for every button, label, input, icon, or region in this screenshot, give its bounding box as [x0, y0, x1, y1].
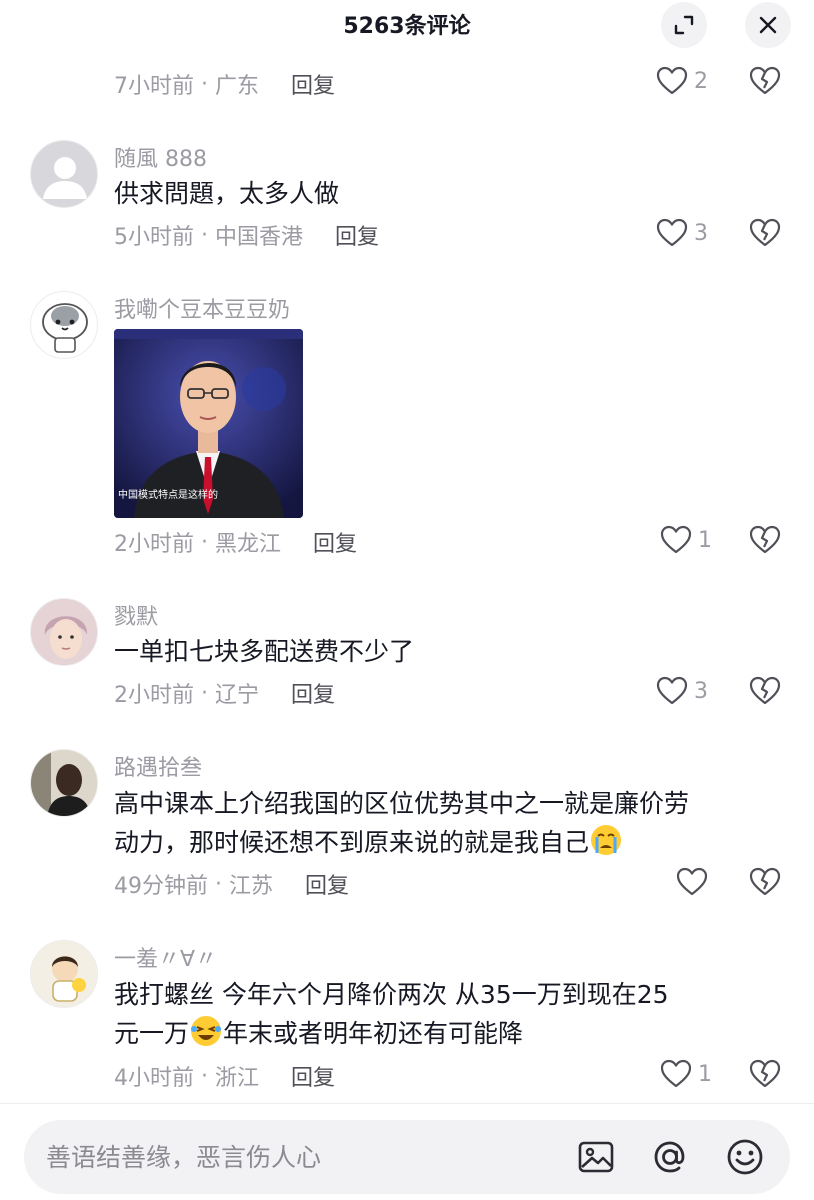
at-icon[interactable] — [650, 1137, 690, 1177]
person-avatar-icon — [31, 599, 97, 665]
reply-button[interactable]: 回复 — [335, 219, 379, 251]
comment-text: 供求問題，太多人做 — [114, 179, 340, 208]
dislike-button[interactable] — [749, 218, 781, 252]
comment-text: 高中课本上介绍我国的区位优势其中之一就是廉价劳 动力，那时候还想不到原来说的就是… — [114, 785, 784, 862]
image-icon[interactable] — [576, 1137, 616, 1177]
avatar[interactable] — [30, 749, 98, 817]
comment-meta: 7小时前 · 广东 回复 — [114, 68, 335, 100]
smiley-icon[interactable] — [725, 1137, 765, 1177]
comment-time: 4小时前 — [114, 1066, 194, 1091]
comment-author[interactable]: 一羞〃∀〃 — [114, 941, 217, 973]
image-caption: 中国模式特点是这样的 — [118, 490, 218, 501]
laughing-emoji — [191, 1016, 222, 1046]
avatar[interactable] — [30, 291, 98, 359]
comments-header: 5263条评论 — [0, 0, 814, 50]
comment-author[interactable]: 戮默 — [114, 599, 158, 631]
heart-icon — [660, 525, 692, 554]
comment-location: 辽宁 — [214, 683, 259, 708]
divider — [0, 1103, 814, 1104]
comment-location: 黑龙江 — [214, 532, 281, 557]
comment-text: 一单扣七块多配送费不少了 — [114, 637, 415, 666]
like-button[interactable] — [676, 867, 714, 897]
heart-icon — [656, 218, 688, 247]
comment-image[interactable]: 中国模式特点是这样的 — [114, 329, 303, 518]
broken-heart-icon — [749, 867, 781, 896]
crying-emoji — [591, 825, 622, 855]
avatar[interactable] — [30, 140, 98, 208]
dislike-button[interactable] — [749, 867, 781, 901]
comment-text-line: 元一万 年末或者明年初还有可能降 — [114, 1014, 784, 1053]
close-icon — [759, 16, 777, 34]
like-count: 2 — [694, 68, 708, 94]
heart-icon — [676, 867, 708, 896]
person-avatar-icon — [31, 750, 97, 816]
broken-heart-icon — [749, 66, 781, 95]
like-button[interactable]: 1 — [660, 525, 712, 555]
hamster-avatar-icon — [42, 303, 88, 353]
heart-icon — [660, 1059, 692, 1088]
broken-heart-icon — [749, 525, 781, 554]
comment-author[interactable]: 随風 888 — [114, 141, 207, 173]
comment-location: 浙江 — [214, 1066, 259, 1091]
comment-input-bar — [24, 1120, 790, 1194]
avatar[interactable] — [30, 940, 98, 1008]
like-button[interactable]: 1 — [660, 1059, 712, 1089]
comment-author[interactable]: 我嘞个豆本豆豆奶 — [114, 292, 290, 324]
reply-button[interactable]: 回复 — [291, 677, 335, 709]
comment-location: 中国香港 — [214, 225, 303, 250]
broken-heart-icon — [749, 676, 781, 705]
dislike-button[interactable] — [749, 525, 781, 559]
comments-panel: 5263条评论 7小时前 · 广东 回复 2 随風 888 供求問題，太多人做 … — [0, 0, 814, 1200]
comment-time: 5小时前 — [114, 225, 194, 250]
comment-author[interactable]: 路遇拾叁 — [114, 750, 202, 782]
comment-time: 2小时前 — [114, 532, 194, 557]
dislike-button[interactable] — [749, 66, 781, 100]
expand-icon — [674, 15, 694, 35]
broken-heart-icon — [749, 1059, 781, 1088]
default-avatar-icon — [43, 157, 87, 199]
close-button[interactable] — [745, 2, 791, 48]
comment-text: 我打螺丝 今年六个月降价两次 从35一万到现在25 元一万 年末或者明年初还有可能… — [114, 976, 784, 1053]
comment-time: 49分钟前 — [114, 874, 208, 899]
comment-time: 2小时前 — [114, 683, 194, 708]
comment-meta: 2小时前 · 黑龙江 回复 — [114, 526, 357, 558]
like-count: 1 — [698, 1061, 712, 1087]
comment-text-line: 我打螺丝 今年六个月降价两次 从35一万到现在25 — [114, 980, 669, 1009]
reply-button[interactable]: 回复 — [291, 68, 335, 100]
heart-icon — [656, 676, 688, 705]
like-count: 3 — [694, 220, 708, 246]
like-count: 1 — [698, 527, 712, 553]
like-button[interactable]: 3 — [656, 218, 708, 248]
comment-location: 江苏 — [228, 874, 273, 899]
like-count: 3 — [694, 678, 708, 704]
reply-button[interactable]: 回复 — [313, 526, 357, 558]
reply-button[interactable]: 回复 — [291, 1060, 335, 1092]
broken-heart-icon — [749, 218, 781, 247]
dislike-button[interactable] — [749, 1059, 781, 1093]
comment-meta: 5小时前 · 中国香港 回复 — [114, 219, 379, 251]
cartoon-avatar-icon — [31, 941, 97, 1007]
avatar[interactable] — [30, 598, 98, 666]
comment-meta: 2小时前 · 辽宁 回复 — [114, 677, 335, 709]
comment-meta: 49分钟前 · 江苏 回复 — [114, 868, 349, 900]
dislike-button[interactable] — [749, 676, 781, 710]
comment-location: 广东 — [214, 74, 259, 99]
comment-text-line: 高中课本上介绍我国的区位优势其中之一就是廉价劳 — [114, 789, 690, 818]
comment-time: 7小时前 — [114, 74, 194, 99]
like-button[interactable]: 2 — [656, 66, 708, 96]
comment-text-line: 动力，那时候还想不到原来说的就是我自己 — [114, 823, 784, 862]
comment-meta: 4小时前 · 浙江 回复 — [114, 1060, 335, 1092]
reply-button[interactable]: 回复 — [305, 868, 349, 900]
expand-button[interactable] — [661, 2, 707, 48]
heart-icon — [656, 66, 688, 95]
like-button[interactable]: 3 — [656, 676, 708, 706]
comment-input[interactable] — [46, 1120, 566, 1194]
